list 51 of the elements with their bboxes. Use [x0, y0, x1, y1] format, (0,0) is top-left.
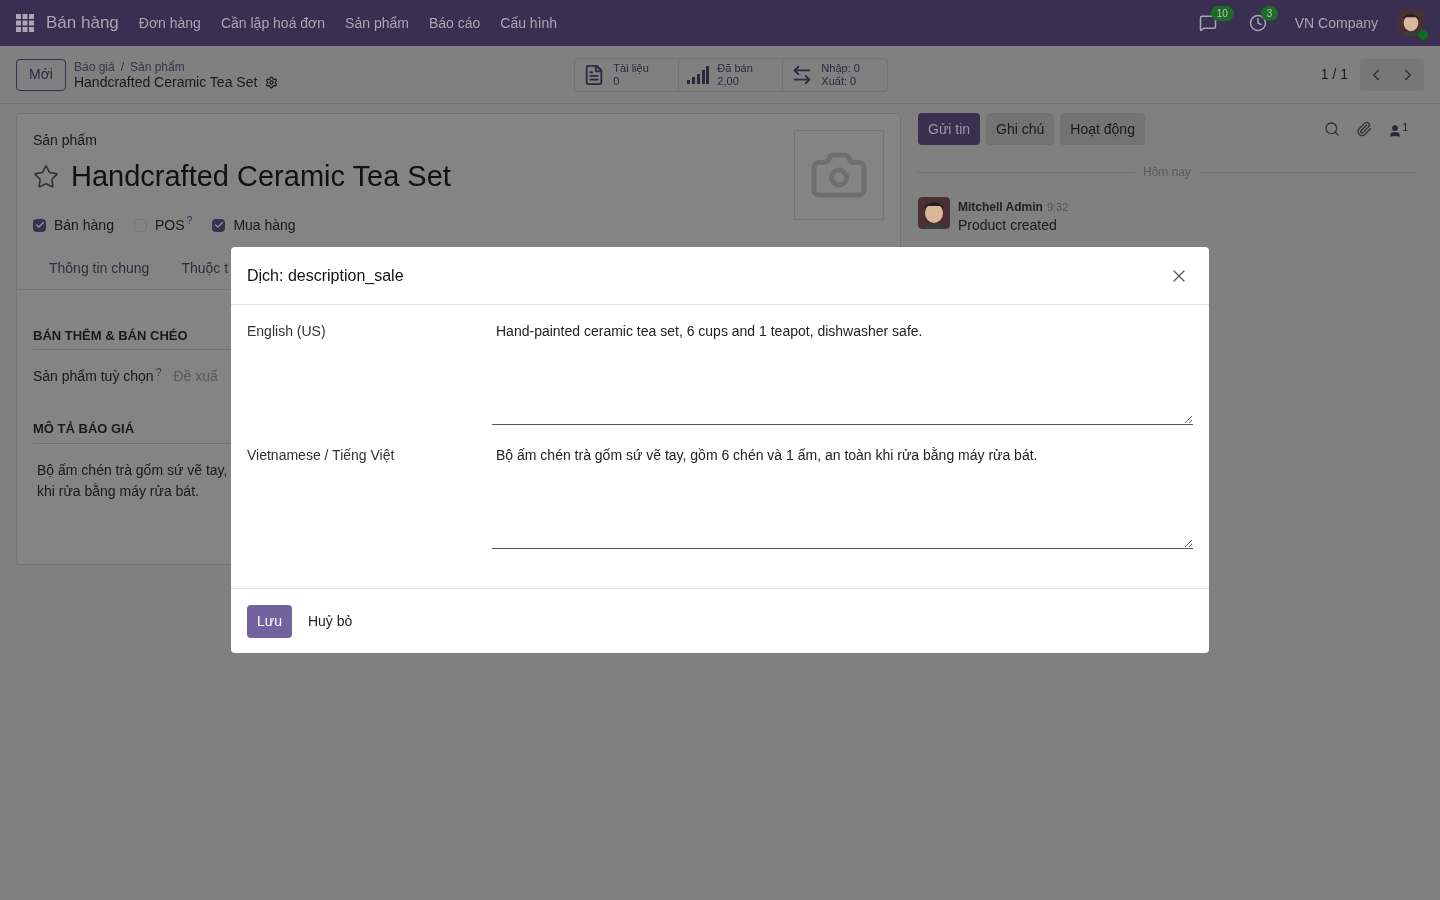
record-title: Handcrafted Ceramic Tea Set — [73, 74, 258, 90]
checkbox-label: POS$^{?}$ — [154, 214, 193, 235]
search-icon[interactable] — [1324, 121, 1341, 137]
smart-button[interactable]: Đã bán 2,00 — [679, 58, 784, 91]
app-grid-icon[interactable] — [16, 14, 34, 32]
dialog-title: Dịch: description_sale — [247, 265, 404, 286]
chatter-button[interactable]: Ghi chú — [986, 113, 1055, 145]
form-tab[interactable]: Thông tin chung — [33, 253, 166, 289]
company-name[interactable]: VN Company — [1294, 12, 1378, 34]
chatter-button[interactable]: Hoạt động — [1060, 113, 1145, 145]
menu-item[interactable]: Cấu hình — [500, 12, 558, 34]
activity-count-badge: 3 — [1260, 6, 1279, 21]
online-status-icon — [1418, 30, 1428, 40]
pager-value: 1 / 1 — [1320, 65, 1348, 84]
field-label: Sản phẩm tuỳ chọn$^{?}$ — [33, 366, 162, 386]
message-body: Product created — [958, 216, 1058, 234]
language-label: Vietnamese / Tiếng Việt — [247, 446, 396, 465]
app-title[interactable]: Bán hàng — [46, 10, 119, 36]
checkbox[interactable] — [33, 218, 46, 232]
breadcrumb-link[interactable]: Báo giá — [73, 59, 115, 75]
translation-field[interactable]: Hand-painted ceramic tea set, 6 cups and 1 teapot, dishwasher safe. — [492, 313, 1193, 425]
smart-button[interactable]: Tài liệu 0 — [575, 58, 680, 91]
menu-item[interactable]: Đơn hàng — [138, 12, 201, 34]
author-name: Mitchell Admin — [958, 200, 1043, 214]
favorite-star-icon[interactable] — [33, 163, 59, 190]
activity-clock-icon[interactable] — [1248, 14, 1267, 32]
smart-button[interactable]: Nhập: 0 Xuất: 0 — [783, 58, 888, 91]
product-name[interactable]: Handcrafted Ceramic Tea Set — [71, 155, 451, 199]
breadcrumb-separator: / — [120, 59, 124, 75]
settings-icon[interactable] — [265, 75, 279, 89]
breadcrumb-link[interactable]: Sản phẩm — [130, 59, 185, 75]
chatter-button[interactable]: Gửi tin — [918, 113, 981, 145]
translation-field[interactable]: Bộ ấm chén trà gốm sứ vẽ tay, gồm 6 chén và 1 ấm, an toàn khi rửa bằng máy rửa bát. — [492, 437, 1193, 549]
menu-item[interactable]: Sản phẩm — [345, 12, 409, 34]
paperclip-icon[interactable] — [1356, 121, 1373, 137]
checkbox-label: Bán hàng — [54, 215, 114, 235]
new-button[interactable]: Mới — [16, 58, 66, 91]
product-label: Sản phẩm — [33, 131, 98, 150]
bar-chart-icon — [687, 65, 710, 84]
user-avatar — [1398, 10, 1424, 36]
message-count-badge: 10 — [1210, 6, 1234, 21]
menu-item[interactable]: Báo cáo — [428, 12, 481, 34]
save-button[interactable]: Lưu — [247, 604, 292, 638]
author-avatar — [918, 197, 950, 229]
menu-item[interactable]: Cần lập hoá đơn — [220, 12, 326, 34]
follower-icon[interactable] — [1388, 124, 1403, 138]
follower-count: 1 — [1402, 121, 1408, 135]
checkbox-label: Mua hàng — [233, 215, 296, 235]
cancel-button[interactable]: Huỷ bỏ — [307, 610, 353, 632]
chat-icon[interactable] — [1198, 14, 1217, 32]
checkbox[interactable] — [212, 218, 226, 232]
